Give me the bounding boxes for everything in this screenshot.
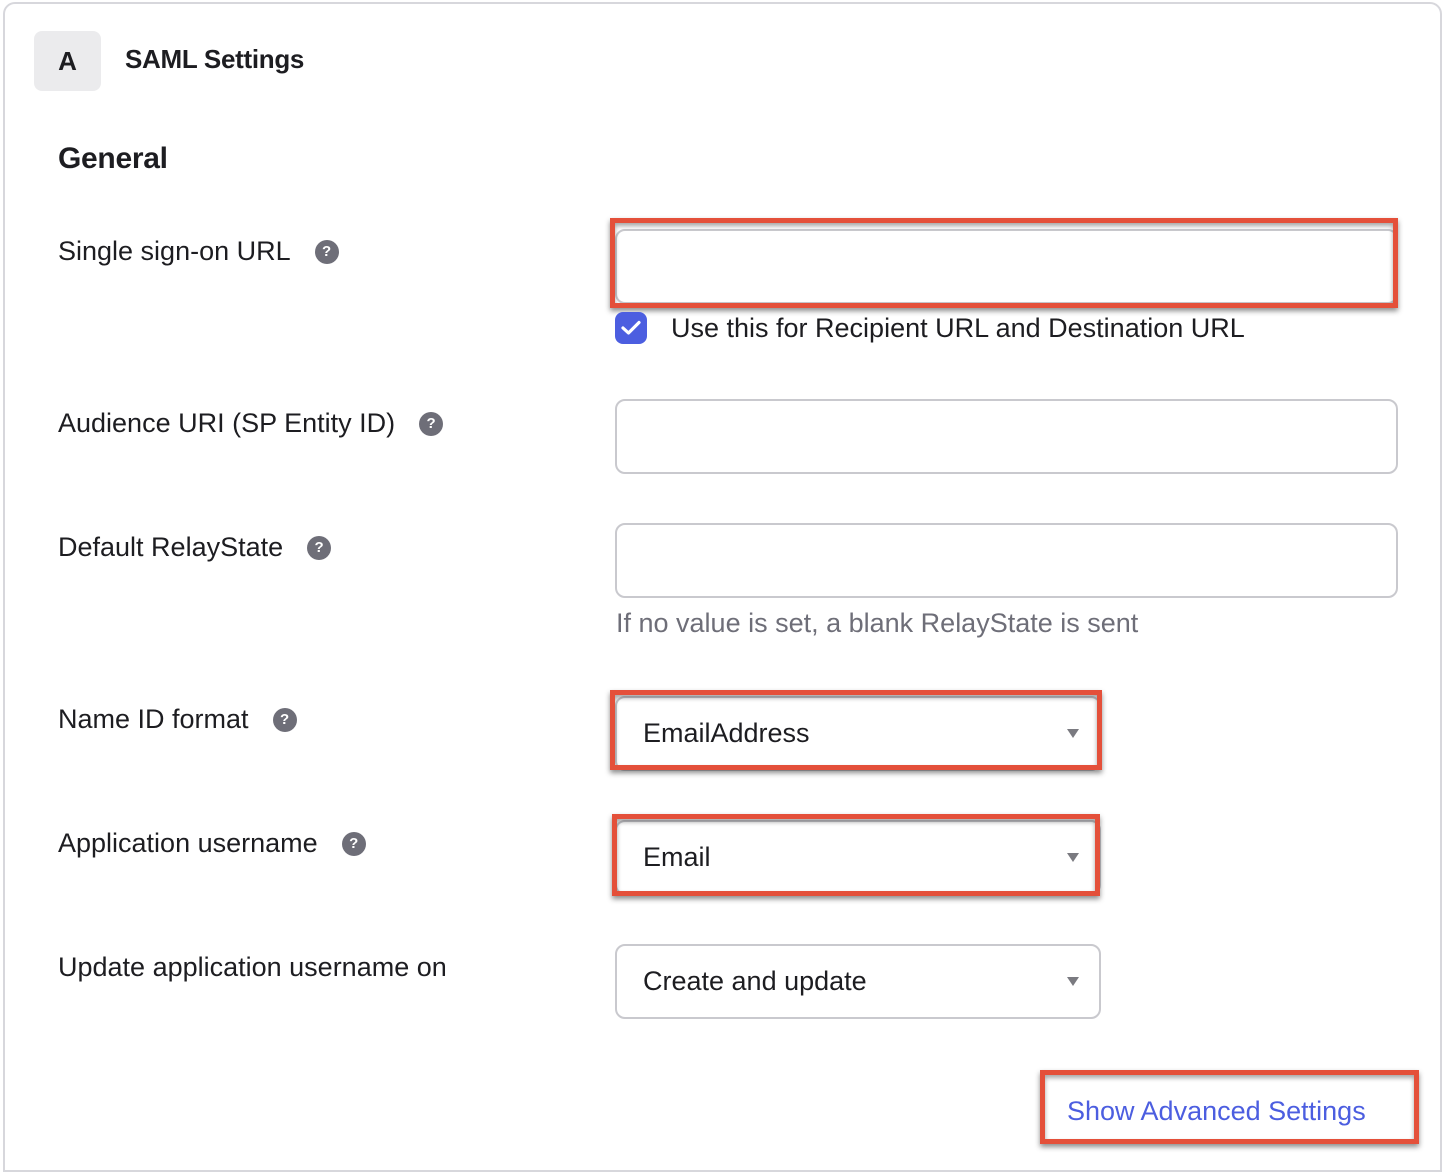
saml-settings-card: A SAML Settings General Single sign-on U… (3, 2, 1442, 1172)
recipient-url-checkbox-label: Use this for Recipient URL and Destinati… (671, 312, 1245, 343)
sso-url-label-text: Single sign-on URL (58, 236, 291, 266)
card-title: SAML Settings (125, 44, 305, 74)
chevron-down-icon (1067, 853, 1079, 862)
chevron-down-icon (1067, 977, 1079, 986)
recipient-url-checkbox-row[interactable]: Use this for Recipient URL and Destinati… (615, 312, 1245, 344)
relay-state-hint: If no value is set, a blank RelayState i… (616, 608, 1139, 638)
help-icon[interactable]: ? (272, 707, 297, 732)
name-id-format-label-text: Name ID format (58, 704, 249, 734)
audience-uri-label: Audience URI (SP Entity ID) ? (58, 408, 444, 439)
recipient-url-checkbox[interactable] (615, 312, 647, 344)
update-username-on-select[interactable]: Create and update (615, 944, 1101, 1019)
section-title: General (58, 142, 168, 175)
relay-state-label: Default RelayState ? (58, 532, 332, 563)
app-username-label-text: Application username (58, 828, 318, 858)
show-advanced-settings-link[interactable]: Show Advanced Settings (1067, 1096, 1366, 1127)
relay-state-input[interactable] (615, 523, 1398, 598)
audience-uri-input[interactable] (615, 399, 1398, 474)
name-id-format-value: EmailAddress (643, 718, 810, 748)
app-username-select[interactable]: Email (615, 820, 1101, 895)
checkmark-icon (621, 320, 641, 335)
update-username-on-label: Update application username on (58, 952, 447, 983)
name-id-format-select[interactable]: EmailAddress (615, 696, 1101, 771)
help-icon[interactable]: ? (307, 535, 332, 560)
sso-url-input[interactable] (615, 229, 1398, 304)
relay-state-label-text: Default RelayState (58, 532, 284, 562)
app-username-label: Application username ? (58, 828, 366, 859)
sso-url-label: Single sign-on URL ? (58, 236, 339, 267)
chevron-down-icon (1067, 729, 1079, 738)
help-icon[interactable]: ? (341, 831, 366, 856)
help-icon[interactable]: ? (314, 239, 339, 264)
app-username-value: Email (643, 842, 711, 872)
step-badge: A (34, 31, 101, 91)
update-username-on-label-text: Update application username on (58, 952, 447, 982)
update-username-on-value: Create and update (643, 966, 867, 996)
audience-uri-label-text: Audience URI (SP Entity ID) (58, 408, 396, 438)
help-icon[interactable]: ? (419, 411, 444, 436)
name-id-format-label: Name ID format ? (58, 704, 297, 735)
